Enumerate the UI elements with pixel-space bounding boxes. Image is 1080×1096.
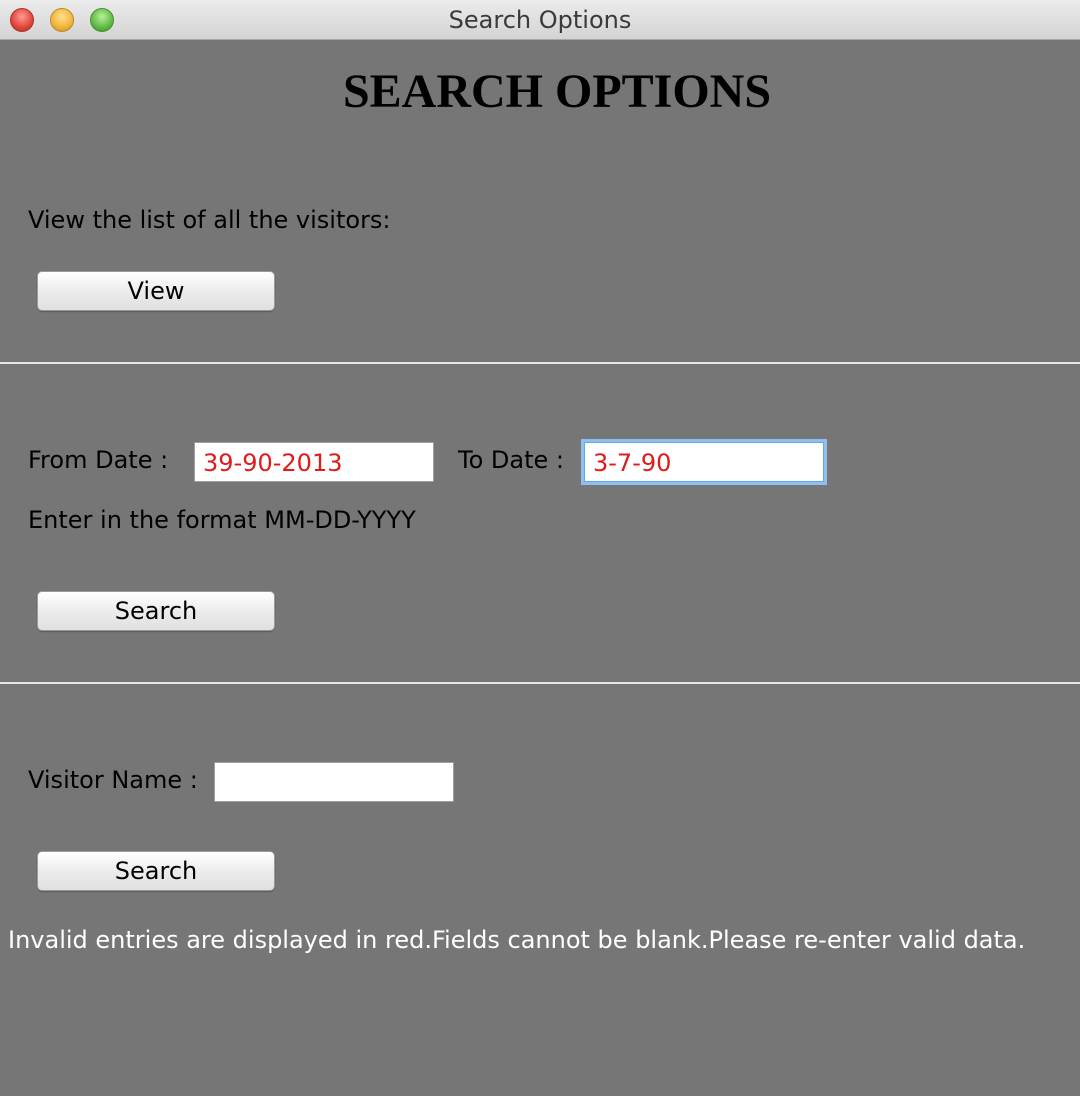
to-date-label: To Date :	[458, 446, 564, 474]
window-title: Search Options	[448, 6, 632, 34]
window-titlebar: Search Options	[0, 0, 1080, 40]
from-date-field[interactable]: 39-90-2013	[194, 442, 434, 482]
section-divider	[0, 682, 1080, 684]
date-search-button[interactable]: Search	[37, 591, 275, 631]
to-date-field[interactable]: 3-7-90	[584, 442, 824, 482]
visitor-name-field[interactable]	[214, 762, 454, 802]
page-title: SEARCH OPTIONS	[342, 65, 772, 118]
name-search-button[interactable]: Search	[37, 851, 275, 891]
view-button[interactable]: View	[37, 271, 275, 311]
validation-message: Invalid entries are displayed in red.Fie…	[8, 926, 1026, 954]
from-date-label: From Date :	[28, 446, 169, 474]
visitor-name-label: Visitor Name :	[28, 766, 198, 794]
view-list-label: View the list of all the visitors:	[28, 206, 391, 234]
section-divider	[0, 362, 1080, 364]
date-format-hint: Enter in the format MM-DD-YYYY	[28, 506, 416, 534]
